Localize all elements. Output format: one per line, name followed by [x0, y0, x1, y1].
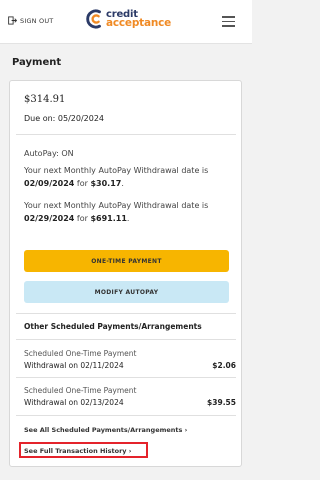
withdrawal-date-1: 02/09/2024: [24, 179, 75, 188]
autopay-next-withdrawal-2: Your next Monthly AutoPay Withdrawal dat…: [24, 201, 209, 223]
app-header: SIGN OUT credit acceptance: [0, 0, 252, 44]
scheduled-payment-amount: $39.55: [207, 398, 236, 407]
scheduled-payment-row: Scheduled One-Time Payment Withdrawal on…: [24, 349, 236, 370]
autopay-status: AutoPay: ON: [24, 149, 74, 158]
scheduled-payment-withdrawal: Withdrawal on 02/13/2024: [24, 398, 124, 407]
scheduled-payment-amount: $2.06: [212, 361, 236, 370]
scheduled-section-title: Other Scheduled Payments/Arrangements: [24, 322, 202, 331]
payment-amount: $314.91: [24, 94, 66, 105]
see-all-scheduled-payments-link[interactable]: See All Scheduled Payments/Arrangements …: [24, 426, 187, 434]
scheduled-payment-withdrawal: Withdrawal on 02/11/2024: [24, 361, 124, 370]
divider: [16, 377, 236, 378]
divider: [16, 134, 236, 135]
credit-acceptance-logo[interactable]: credit acceptance: [86, 8, 171, 30]
logo-mark-icon: [86, 9, 101, 29]
due-date: Due on: 05/20/2024: [24, 114, 105, 123]
scheduled-payment-title: Scheduled One-Time Payment: [24, 386, 137, 395]
divider: [16, 415, 236, 416]
scheduled-payment-row: Scheduled One-Time Payment Withdrawal on…: [24, 386, 236, 407]
withdrawal-amount-2: $691.11: [90, 214, 127, 223]
see-full-transaction-history-link[interactable]: See Full Transaction History ›: [24, 447, 131, 455]
scheduled-payment-title: Scheduled One-Time Payment: [24, 349, 137, 358]
divider: [16, 313, 236, 314]
logo-text-acceptance: acceptance: [106, 17, 172, 29]
one-time-payment-button[interactable]: ONE-TIME PAYMENT: [24, 250, 229, 272]
sign-out-icon: [8, 16, 17, 25]
sign-out-label: SIGN OUT: [20, 16, 54, 25]
modify-autopay-button[interactable]: MODIFY AUTOPAY: [24, 281, 229, 303]
payment-card: $314.91 Due on: 05/20/2024 AutoPay: ON Y…: [9, 80, 242, 467]
withdrawal-amount-1: $30.17: [90, 179, 122, 188]
sign-out-button[interactable]: SIGN OUT: [8, 16, 53, 25]
autopay-next-withdrawal-1: Your next Monthly AutoPay Withdrawal dat…: [24, 166, 209, 188]
hamburger-menu-icon[interactable]: [222, 16, 235, 27]
page-title: Payment: [12, 57, 62, 68]
divider: [16, 339, 236, 340]
withdrawal-date-2: 02/29/2024: [24, 214, 75, 223]
